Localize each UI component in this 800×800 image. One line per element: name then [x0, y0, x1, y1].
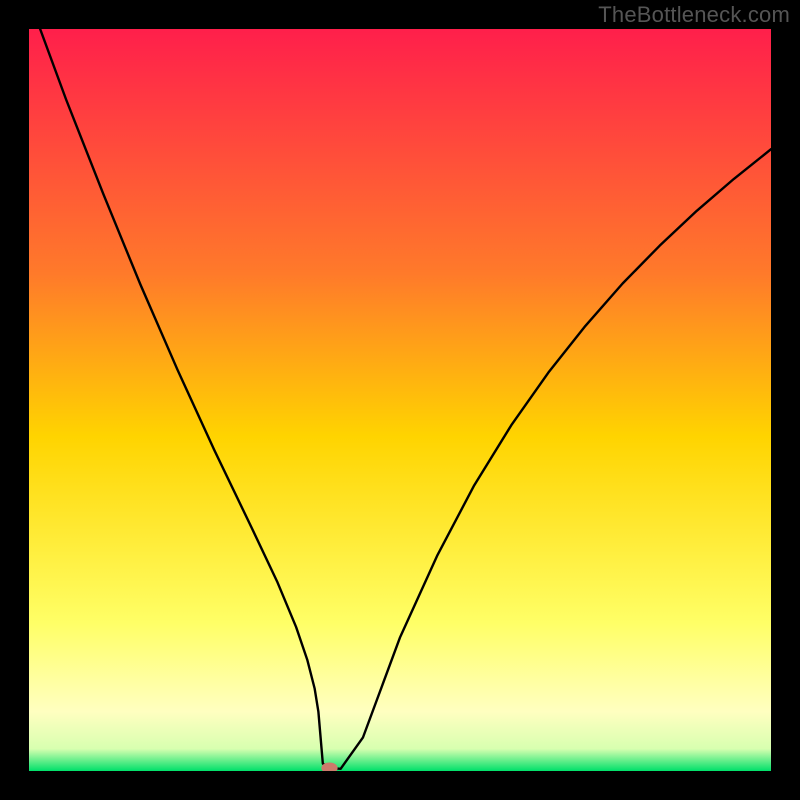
watermark-text: TheBottleneck.com — [598, 2, 790, 28]
chart-svg — [29, 29, 771, 771]
gradient-background — [29, 29, 771, 771]
plot-area — [29, 29, 771, 771]
chart-frame: TheBottleneck.com — [0, 0, 800, 800]
